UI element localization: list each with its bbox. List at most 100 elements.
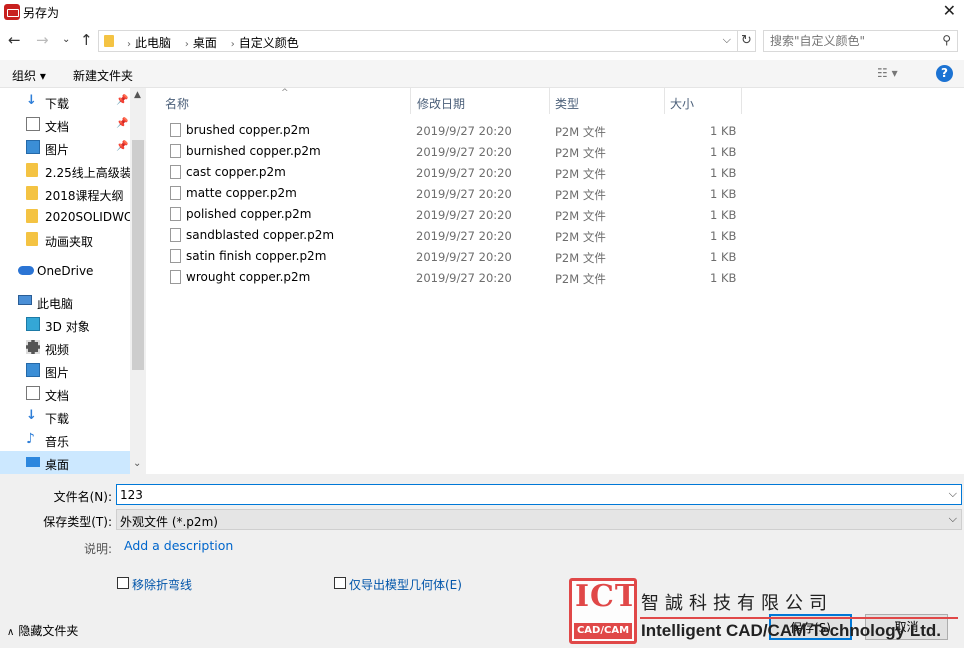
watermark-logo-letters: ICT	[575, 579, 639, 614]
new-folder-button[interactable]: 新建文件夹	[73, 67, 133, 84]
breadcrumb-chevron-icon[interactable]: ›	[127, 39, 131, 50]
sidebar-item-folder-2018[interactable]: 2018课程大纲	[0, 182, 130, 205]
filetype-dropdown-icon[interactable]: ⌵	[949, 512, 957, 526]
remove-bend-lines-label[interactable]: 移除折弯线	[132, 576, 192, 593]
file-type: P2M 文件	[555, 188, 606, 202]
remove-bend-lines-checkbox[interactable]	[117, 577, 129, 589]
filename-dropdown-icon[interactable]: ⌵	[949, 487, 957, 501]
file-modified: 2019/9/27 20:20	[416, 271, 512, 285]
sidebar-item-this-pc[interactable]: 此电脑	[0, 290, 130, 313]
file-size: 1 KB	[710, 124, 737, 138]
breadcrumb-custom-colors[interactable]: 自定义颜色	[239, 36, 299, 50]
sidebar-item-pictures-pinned[interactable]: 图片 📌	[0, 136, 130, 159]
breadcrumb-chevron-icon[interactable]: ›	[231, 39, 235, 50]
search-box[interactable]: ⚲	[763, 30, 958, 52]
breadcrumb-this-pc[interactable]: 此电脑	[135, 36, 171, 50]
scroll-up-icon[interactable]: ▲	[134, 90, 141, 100]
refresh-icon[interactable]: ↻	[738, 30, 756, 52]
sidebar-item-documents-pinned[interactable]: 文档 📌	[0, 113, 130, 136]
column-header-modified[interactable]: 修改日期	[411, 88, 550, 114]
help-icon[interactable]: ?	[936, 65, 953, 82]
file-modified: 2019/9/27 20:20	[416, 145, 512, 159]
filename-input[interactable]	[117, 485, 937, 504]
file-name: polished copper.p2m	[186, 207, 312, 221]
sidebar-item-pictures[interactable]: 图片	[0, 359, 130, 382]
sidebar-item-downloads[interactable]: ↓ 下载	[0, 405, 130, 428]
sidebar-item-3d-objects[interactable]: 3D 对象	[0, 313, 130, 336]
filename-field[interactable]: ⌵	[116, 484, 962, 505]
file-name: sandblasted copper.p2m	[186, 228, 335, 242]
filetype-select[interactable]: 外观文件 (*.p2m) ⌵	[116, 509, 962, 530]
breadcrumb-desktop[interactable]: 桌面	[193, 36, 217, 50]
breadcrumb-chevron-icon[interactable]: ›	[185, 39, 189, 50]
file-row[interactable]: burnished copper.p2m 2019/9/27 20:20 P2M…	[160, 141, 750, 162]
file-row[interactable]: matte copper.p2m 2019/9/27 20:20 P2M 文件 …	[160, 183, 750, 204]
file-modified: 2019/9/27 20:20	[416, 166, 512, 180]
forward-arrow-icon[interactable]: →	[36, 31, 49, 49]
up-arrow-icon[interactable]: ↑	[80, 31, 93, 49]
file-row[interactable]: satin finish copper.p2m 2019/9/27 20:20 …	[160, 246, 750, 267]
address-dropdown-icon[interactable]: ⌵	[723, 33, 731, 47]
sidebar-item-folder-225[interactable]: 2.25线上高级装	[0, 159, 132, 182]
file-row[interactable]: cast copper.p2m 2019/9/27 20:20 P2M 文件 1…	[160, 162, 750, 183]
search-input[interactable]	[764, 31, 934, 51]
sidebar-item-label: 2.25线上高级装	[45, 166, 132, 180]
export-geometry-only-label[interactable]: 仅导出模型几何体(E)	[349, 576, 462, 593]
filetype-label: 保存类型(T):	[43, 515, 112, 529]
sidebar-scrollbar[interactable]: ▲ ⌄	[130, 88, 146, 474]
file-icon	[170, 228, 181, 242]
sidebar-item-label: 桌面	[45, 458, 70, 472]
description-label: 说明:	[83, 542, 112, 556]
watermark-company-en: Intelligent CAD/CAM Technology Ltd.	[641, 621, 941, 640]
file-icon	[170, 249, 181, 263]
column-header-type[interactable]: 类型	[550, 88, 665, 114]
title-bar: 另存为 ✕	[0, 0, 964, 24]
file-row[interactable]: sandblasted copper.p2m 2019/9/27 20:20 P…	[160, 225, 750, 246]
file-row[interactable]: wrought copper.p2m 2019/9/27 20:20 P2M 文…	[160, 267, 750, 288]
desktop-icon	[26, 457, 40, 467]
address-row: ← → ⌄ ↑ › 此电脑 › 桌面 › 自定义颜色 ⌵ ↻ ⚲	[0, 24, 964, 60]
sidebar-item-onedrive[interactable]: OneDrive	[0, 259, 130, 282]
recent-locations-chevron-icon[interactable]: ⌄	[62, 34, 70, 45]
sidebar-item-folder-2020[interactable]: 2020SOLIDWO	[0, 205, 133, 228]
file-name: burnished copper.p2m	[186, 144, 321, 158]
address-bar[interactable]: › 此电脑 › 桌面 › 自定义颜色 ⌵	[98, 30, 738, 52]
file-size: 1 KB	[710, 250, 737, 264]
hide-folders-toggle[interactable]: ∧ 隐藏文件夹	[7, 622, 78, 639]
filename-label: 文件名(N):	[53, 490, 112, 504]
file-type: P2M 文件	[555, 167, 606, 181]
column-header-size[interactable]: 大小	[665, 88, 742, 114]
search-icon[interactable]: ⚲	[942, 33, 951, 47]
ict-watermark-logo: ICT CAD/CAM	[569, 578, 637, 644]
scrollbar-thumb[interactable]	[132, 140, 144, 370]
music-icon: ♪	[26, 431, 35, 447]
file-row[interactable]: polished copper.p2m 2019/9/27 20:20 P2M …	[160, 204, 750, 225]
scroll-down-icon[interactable]: ⌄	[133, 458, 141, 469]
pin-icon: 📌	[116, 141, 129, 152]
sidebar-item-label: 音乐	[45, 435, 70, 449]
sidebar-item-desktop[interactable]: 桌面	[0, 451, 130, 474]
back-arrow-icon[interactable]: ←	[8, 31, 21, 49]
computer-icon	[18, 295, 32, 305]
file-row[interactable]: brushed copper.p2m 2019/9/27 20:20 P2M 文…	[160, 120, 750, 141]
sidebar-item-label: 文档	[45, 389, 70, 403]
file-size: 1 KB	[710, 166, 737, 180]
export-geometry-only-checkbox[interactable]	[334, 577, 346, 589]
sidebar-item-music[interactable]: ♪ 音乐	[0, 428, 130, 451]
file-size: 1 KB	[710, 187, 737, 201]
file-name: wrought copper.p2m	[186, 270, 311, 284]
view-options-icon[interactable]: ☷ ▾	[877, 66, 898, 80]
sidebar-item-folder-animation[interactable]: 动画夹取	[0, 228, 130, 251]
sidebar-item-documents[interactable]: 文档	[0, 382, 130, 405]
sidebar-item-label: 图片	[45, 366, 70, 380]
file-type: P2M 文件	[555, 272, 606, 286]
sidebar-item-videos[interactable]: 视频	[0, 336, 130, 359]
close-icon[interactable]: ✕	[943, 1, 956, 20]
file-icon	[170, 186, 181, 200]
organize-button[interactable]: 组织 ▾	[12, 67, 46, 84]
add-description-link[interactable]: Add a description	[124, 538, 233, 553]
column-header-name[interactable]: 名称	[146, 88, 411, 114]
sidebar-item-downloads-pinned[interactable]: ↓ 下载 📌	[0, 90, 130, 113]
file-size: 1 KB	[710, 229, 737, 243]
filetype-value: 外观文件 (*.p2m)	[120, 515, 218, 529]
